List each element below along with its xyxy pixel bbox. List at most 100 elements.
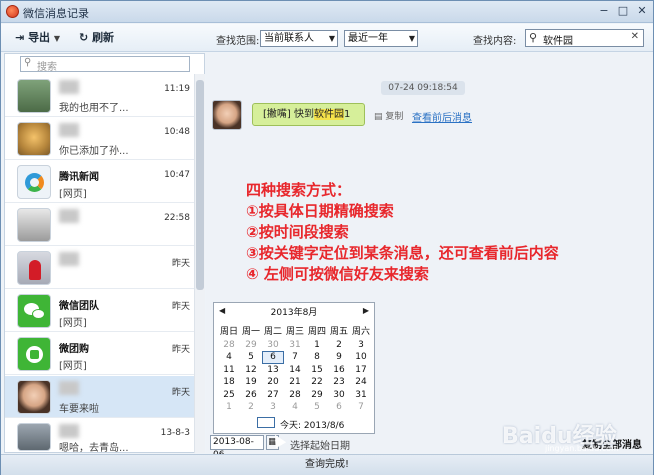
calendar-day[interactable]: 10 xyxy=(350,351,372,364)
calendar-day[interactable]: 30 xyxy=(328,389,350,402)
contact-preview: 嗯哈，去青岛... xyxy=(59,443,129,454)
refresh-icon: ↻ xyxy=(79,31,89,44)
calendar-day[interactable]: 12 xyxy=(240,364,262,377)
calendar-day[interactable]: 4 xyxy=(218,351,240,364)
contact-item-selected[interactable]: 车要来啦 昨天 xyxy=(5,376,194,418)
calendar-day[interactable]: 6 xyxy=(328,401,350,414)
calendar-day[interactable]: 5 xyxy=(240,351,262,364)
contact-item[interactable]: 微团购 [网页] 昨天 xyxy=(5,333,194,375)
avatar xyxy=(17,208,51,242)
period-value: 最近一年 xyxy=(348,33,388,44)
contact-item[interactable]: 腾讯新闻 [网页] 10:47 xyxy=(5,161,194,203)
calendar-day[interactable]: 24 xyxy=(350,376,372,389)
calendar-day[interactable]: 13 xyxy=(262,364,284,377)
calendar-day[interactable]: 20 xyxy=(262,376,284,389)
annotation-line: ①按具体日期精确搜索 xyxy=(246,202,394,220)
calendar-day[interactable]: 21 xyxy=(284,376,306,389)
contact-time: 昨天 xyxy=(171,388,190,398)
calendar-day[interactable]: 29 xyxy=(306,389,328,402)
calendar-day[interactable]: 23 xyxy=(328,376,350,389)
calendar-day[interactable]: 11 xyxy=(218,364,240,377)
calendar-day[interactable]: 7 xyxy=(284,351,306,364)
export-button[interactable]: ⇥ 导出 ▼ xyxy=(15,30,60,46)
calendar-day[interactable]: 30 xyxy=(262,339,284,352)
calendar-day[interactable]: 26 xyxy=(240,389,262,402)
calendar-day[interactable]: 2 xyxy=(240,401,262,414)
today-label[interactable]: 今天: 2013/8/6 xyxy=(280,418,344,431)
contact-list-scrollbar[interactable] xyxy=(194,74,205,453)
avatar xyxy=(17,79,51,113)
calendar-day[interactable]: 14 xyxy=(284,364,306,377)
maximize-button[interactable]: □ xyxy=(614,4,632,19)
contact-search-input[interactable]: ⚲ 搜索 xyxy=(20,56,190,73)
status-bar: 查询完成! xyxy=(1,454,653,475)
calendar-day[interactable]: 8 xyxy=(306,351,328,364)
app-window: 微信消息记录 − □ ✕ ⇥ 导出 ▼ ↻ 刷新 查找范围: 当前联系人 ▼ 最… xyxy=(0,0,654,475)
contact-item[interactable]: 你已添加了孙... 10:48 xyxy=(5,118,194,160)
contact-item[interactable]: 22:58 xyxy=(5,204,194,246)
close-button[interactable]: ✕ xyxy=(633,4,651,19)
contact-item[interactable]: 嗯哈，去青岛... 13-8-3 xyxy=(5,419,194,454)
annotation-line: ③按关键字定位到某条消息，还可查看前后内容 xyxy=(246,244,559,262)
contact-preview: [网页] xyxy=(59,189,87,200)
calendar-day[interactable]: 27 xyxy=(262,389,284,402)
contact-preview: [网页] xyxy=(59,361,87,372)
contact-item[interactable]: 微信团队 [网页] 昨天 xyxy=(5,290,194,332)
contact-scope-select[interactable]: 当前联系人 ▼ xyxy=(260,30,338,47)
calendar-day[interactable]: 7 xyxy=(350,401,372,414)
content-search-input[interactable]: ⚲ 软件园 ✕ xyxy=(525,29,644,47)
minimize-button[interactable]: − xyxy=(595,4,613,19)
calendar-day[interactable]: 31 xyxy=(284,339,306,352)
calendar-week-row: 25 26 27 28 29 30 31 xyxy=(218,389,372,402)
contact-time: 13-8-3 xyxy=(160,428,190,438)
view-context-link[interactable]: 查看前后消息 xyxy=(412,109,472,124)
refresh-button[interactable]: ↻ 刷新 xyxy=(79,30,114,46)
calendar-day[interactable]: 31 xyxy=(350,389,372,402)
calendar-day[interactable]: 29 xyxy=(240,339,262,352)
calendar-day[interactable]: 4 xyxy=(284,401,306,414)
keyword-highlight: 软件园 xyxy=(313,109,344,120)
calendar-day[interactable]: 28 xyxy=(218,339,240,352)
calendar-day[interactable]: 15 xyxy=(306,364,328,377)
calendar-day[interactable]: 16 xyxy=(328,364,350,377)
calendar-day[interactable]: 22 xyxy=(306,376,328,389)
today-marker xyxy=(257,417,275,428)
calendar-day[interactable]: 18 xyxy=(218,376,240,389)
calendar-day[interactable]: 1 xyxy=(306,339,328,352)
contact-item[interactable]: 我的也用不了... 11:19 xyxy=(5,75,194,117)
weekday-label: 周六 xyxy=(351,327,370,337)
calendar-day[interactable]: 2 xyxy=(328,339,350,352)
blurred-name xyxy=(59,80,79,94)
next-month-icon[interactable]: ▶ xyxy=(363,306,369,315)
calendar-day[interactable]: 17 xyxy=(350,364,372,377)
calendar-day[interactable]: 19 xyxy=(240,376,262,389)
calendar-day[interactable]: 5 xyxy=(306,401,328,414)
calendar-day[interactable]: 28 xyxy=(284,389,306,402)
calendar-day[interactable]: 1 xyxy=(218,401,240,414)
app-logo-icon xyxy=(6,5,19,18)
copy-icon: ▤ xyxy=(374,112,383,122)
contact-preview: 我的也用不了... xyxy=(59,103,129,114)
period-select[interactable]: 最近一年 ▼ xyxy=(344,30,418,47)
contact-time: 10:47 xyxy=(164,170,190,180)
contact-item[interactable]: 昨天 xyxy=(5,247,194,289)
window-title: 微信消息记录 xyxy=(23,7,89,20)
contact-time: 11:19 xyxy=(164,84,190,94)
calendar-day[interactable]: 25 xyxy=(218,389,240,402)
clear-icon[interactable]: ✕ xyxy=(631,31,639,42)
message-panel: 07-24 09:18:54 [撇嘴] 快到软件园1 ▤ 复制 查看前后消息 四… xyxy=(206,53,652,460)
calendar-day[interactable]: 6 xyxy=(262,351,284,364)
calendar-week-row: 18 19 20 21 22 23 24 xyxy=(218,376,372,389)
start-date-input[interactable]: 2013-08-06 xyxy=(210,435,264,460)
date-picker[interactable]: ◀ 2013年8月 ▶ 周日 周一 周二 周三 周四 周五 周六 28 29 30 31 1 2 3 4 5… xyxy=(213,302,375,434)
blurred-name xyxy=(59,123,79,137)
contact-name: 腾讯新闻 xyxy=(59,172,99,183)
export-label: 导出 xyxy=(28,31,51,44)
wechat-icon xyxy=(17,294,51,328)
annotation-line: ④ 左侧可按微信好友来搜索 xyxy=(246,265,429,283)
calendar-day[interactable]: 3 xyxy=(262,401,284,414)
calendar-day[interactable]: 3 xyxy=(350,339,372,352)
calendar-day[interactable]: 9 xyxy=(328,351,350,364)
copy-button[interactable]: ▤ 复制 xyxy=(374,109,403,122)
scrollbar-thumb[interactable] xyxy=(196,80,204,290)
